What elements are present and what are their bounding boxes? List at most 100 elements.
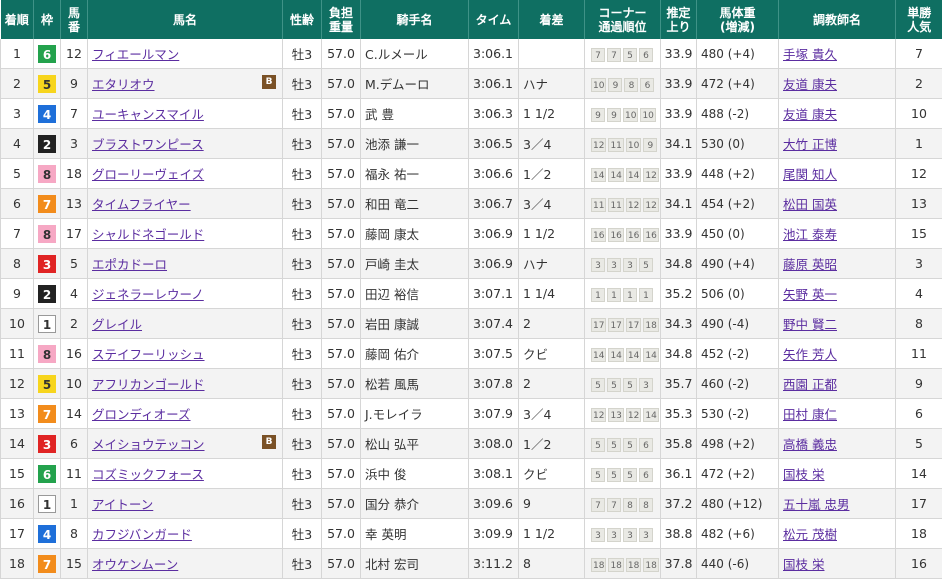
body-weight: 530 (0) [701,136,745,151]
jockey-name[interactable]: C.ルメール [365,47,428,62]
weight-cell: 57.0 [321,398,361,429]
jockey-name[interactable]: 福永 祐一 [365,167,419,182]
waku-badge: 8 [38,224,56,243]
trainer-name-link[interactable]: 高橋 義忠 [783,437,837,452]
margin: 8 [523,556,531,571]
popularity-cell: 5 [895,428,942,459]
jockey-name[interactable]: 池添 謙一 [365,137,419,152]
trainer-name-link[interactable]: 矢野 英一 [783,287,837,302]
rank-cell: 16 [0,488,34,519]
jockey-name[interactable]: 松山 弘平 [365,437,419,452]
horse-name-link[interactable]: メイショウテッコン [92,437,205,452]
jockey-name[interactable]: 浜中 俊 [365,467,406,482]
trainer-name-link[interactable]: 池江 泰寿 [783,227,837,242]
trainer-name-link[interactable]: 友道 康夫 [783,77,837,92]
horse-name-link[interactable]: ジェネラーレウーノ [92,287,204,302]
horse-name-link[interactable]: カフジバンガード [92,527,192,542]
jockey-name[interactable]: M.デムーロ [365,77,430,92]
time-cell: 3:06.3 [468,98,519,129]
horse-name-link[interactable]: アフリカンゴールド [92,377,205,392]
last-3f: 37.8 [664,556,693,571]
horse-name-link[interactable]: グローリーヴェイズ [92,167,204,182]
corner-position: 18 [643,317,659,332]
body-weight: 450 (0) [701,226,745,241]
horse-name-link[interactable]: コズミックフォース [92,467,204,482]
jockey-name[interactable]: 北村 宏司 [365,557,419,572]
jockey-name[interactable]: 藤岡 佑介 [365,347,419,362]
trainer-name-link[interactable]: 手塚 貴久 [783,47,837,62]
jockey-name[interactable]: 幸 英明 [365,527,406,542]
horse-cell: ブラストワンピース [87,128,283,159]
jockey-name[interactable]: 国分 恭介 [365,497,419,512]
horse-name-link[interactable]: ユーキャンスマイル [92,107,204,122]
horse-name-link[interactable]: グロンディオーズ [92,407,191,422]
umaban-cell: 8 [60,518,88,549]
horse-name-link[interactable]: アイトーン [92,497,153,512]
corner-cell: 18 18 18 18 [584,548,661,579]
waku-badge: 5 [38,374,56,393]
horse-name-link[interactable]: ブラストワンピース [92,137,204,152]
jockey-name[interactable]: 藤岡 康太 [365,227,419,242]
horse-name-link[interactable]: ステイフーリッシュ [92,347,205,362]
waku-badge: 1 [38,494,56,513]
corner-position: 6 [639,437,653,452]
corner-position: 5 [607,437,621,452]
corner-position: 12 [591,407,607,422]
trainer-name-link[interactable]: 野中 賢二 [783,317,837,332]
horse-name-link[interactable]: フィエールマン [92,47,179,62]
body-weight: 454 (+2) [701,196,755,211]
trainer-name-link[interactable]: 西園 正都 [783,377,837,392]
horse-name-link[interactable]: エタリオウ [92,77,155,92]
corner-position: 16 [643,227,659,242]
horse-name-link[interactable]: タイムフライヤー [92,197,191,212]
waku-cell: 5 [33,68,61,99]
jockey-name[interactable]: 岩田 康誠 [365,317,419,332]
corner-position: 1 [639,287,653,302]
waku-cell: 3 [33,248,61,279]
jockey-name[interactable]: 松若 風馬 [365,377,419,392]
trainer-name-link[interactable]: 五十嵐 忠男 [783,497,849,512]
waku-badge: 1 [38,314,56,333]
sex-age: 牡3 [291,227,313,242]
corner-cell: 14 14 14 12 [584,158,661,189]
header-row: 着順 枠 馬番 馬名 性齢 負担 重量 騎手名 タイム 着差 コーナー 通過順位 推… [0,0,942,39]
corner-position: 11 [608,137,624,152]
jockey-name[interactable]: 武 豊 [365,107,394,122]
horse-name-link[interactable]: シャルドネゴールド [92,227,204,242]
trainer-name-link[interactable]: 大竹 正博 [783,137,837,152]
jockey-name[interactable]: 戸崎 圭太 [365,257,419,272]
jockey-name[interactable]: 和田 竜二 [365,197,419,212]
margin: 3／4 [523,197,552,212]
umaban-cell: 15 [60,548,88,579]
trainer-name-link[interactable]: 松田 国英 [783,197,837,212]
sex-age: 牡3 [291,437,313,452]
corner-position: 7 [591,497,605,512]
trainer-cell: 矢野 英一 [778,278,896,309]
trainer-name-link[interactable]: 矢作 芳人 [783,347,837,362]
horse-name-link[interactable]: エポカドーロ [92,257,167,272]
corner-position: 7 [591,47,605,62]
popularity-cell: 2 [895,68,942,99]
jockey-name[interactable]: 田辺 裕信 [365,287,419,302]
last-3f: 35.3 [664,406,693,421]
corner-cell: 3335 [584,248,661,279]
margin-cell: 2 [518,308,585,339]
trainer-name-link[interactable]: 友道 康夫 [783,107,837,122]
body-weight-cell: 482 (+6) [696,518,779,549]
umaban-cell: 14 [60,398,88,429]
margin-cell: 3／4 [518,398,585,429]
trainer-name-link[interactable]: 田村 康仁 [783,407,837,422]
trainer-name-link[interactable]: 国枝 栄 [783,467,824,482]
horse-name-link[interactable]: グレイル [92,317,142,332]
corner-positions: 16 16 16 16 [591,227,659,242]
trainer-name-link[interactable]: 国枝 栄 [783,557,824,572]
horse-name-link[interactable]: オウケンムーン [92,557,178,572]
trainer-name-link[interactable]: 尾関 知人 [783,167,837,182]
trainer-name-link[interactable]: 松元 茂樹 [783,527,837,542]
horse-cell: タイムフライヤー [87,188,283,219]
jockey-cell: 藤岡 康太 [360,218,469,249]
margin: 1 1/4 [523,286,556,301]
corner-position: 8 [623,497,637,512]
trainer-name-link[interactable]: 藤原 英昭 [783,257,837,272]
finish-time: 3:09.6 [473,496,513,511]
